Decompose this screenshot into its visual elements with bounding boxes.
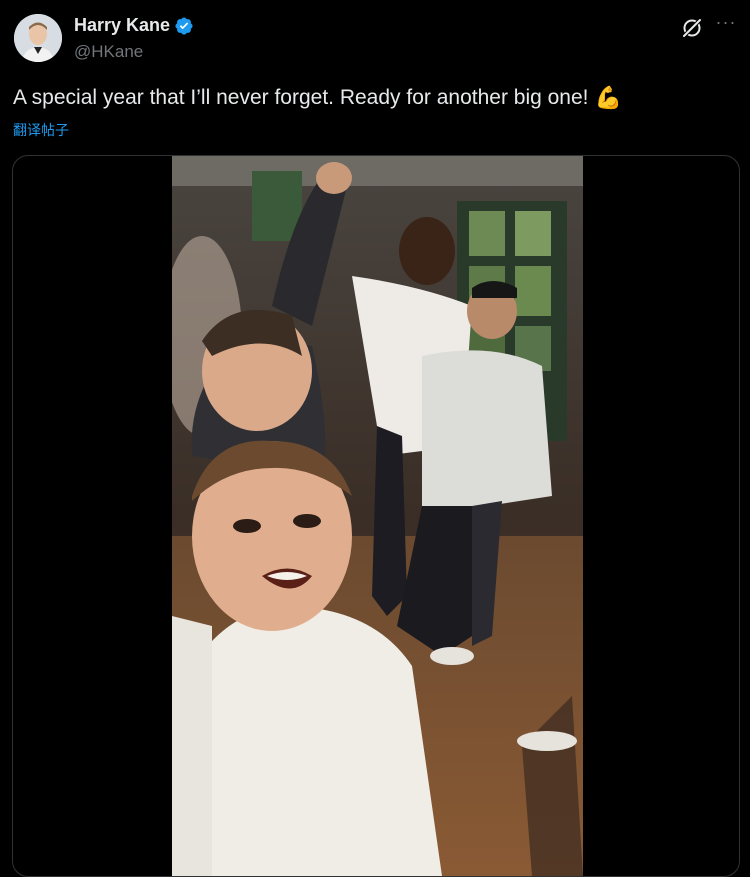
translate-post-link[interactable]: 翻译帖子 [13,120,69,140]
video-frame-image [172,156,583,876]
avatar-image [14,14,62,62]
verified-badge-icon [175,16,193,35]
video-player[interactable] [172,156,583,876]
grok-icon[interactable] [680,16,704,40]
handle[interactable]: @HKane [74,42,143,62]
author-name-row: Harry Kane [74,15,194,36]
display-name[interactable]: Harry Kane [74,15,170,36]
flexed-biceps-emoji: 💪 [594,85,622,110]
avatar[interactable] [14,14,62,62]
tweet-text-row: A special year that I’ll never forget. R… [13,86,622,110]
media-container[interactable] [12,155,740,877]
tweet-text: A special year that I’ll never forget. R… [13,86,589,109]
more-icon[interactable]: ··· [713,12,739,38]
